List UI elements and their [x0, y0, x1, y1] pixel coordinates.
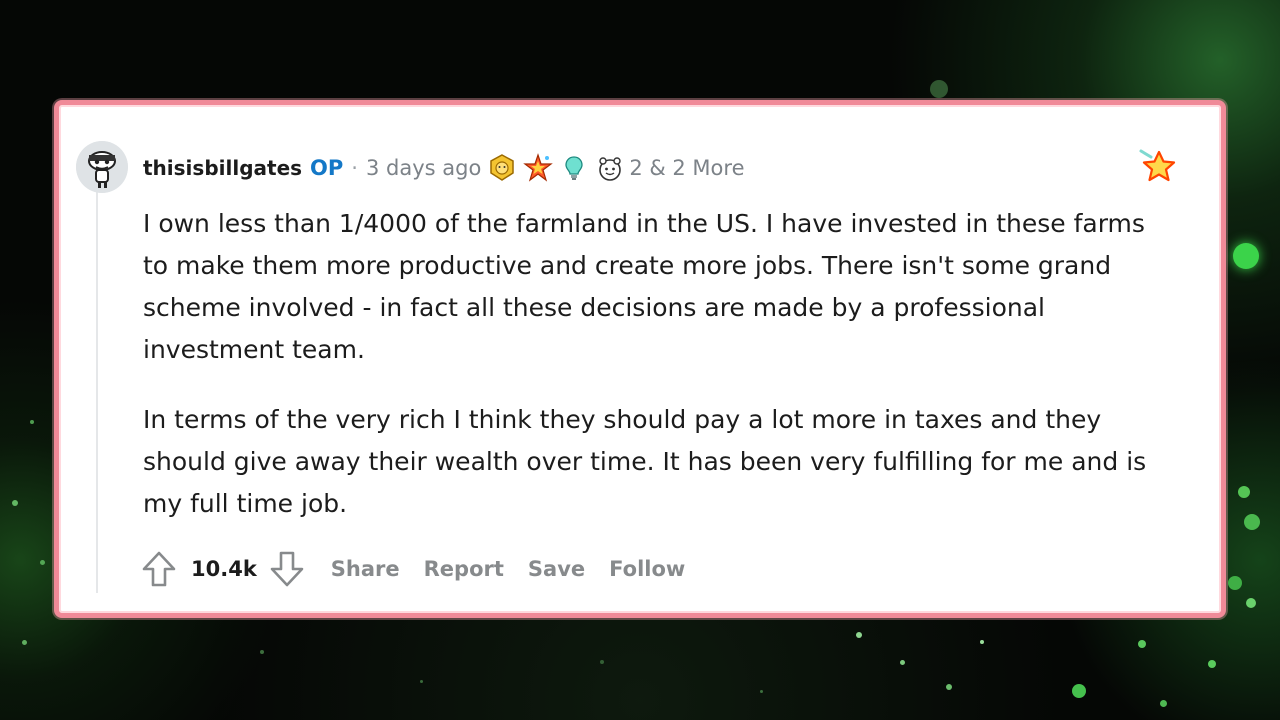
- save-button[interactable]: Save: [528, 557, 585, 581]
- meta-separator: ·: [351, 156, 358, 180]
- share-button[interactable]: Share: [331, 557, 400, 581]
- awards-more-count[interactable]: 2 & 2 More: [629, 156, 744, 180]
- timestamp[interactable]: 3 days ago: [366, 156, 481, 180]
- vote-score: 10.4k: [191, 557, 257, 581]
- wholesome-award-icon[interactable]: [595, 153, 625, 183]
- upvote-icon[interactable]: [139, 549, 179, 589]
- report-button[interactable]: Report: [424, 557, 504, 581]
- star-burst-award-icon[interactable]: [523, 153, 554, 183]
- follow-button[interactable]: Follow: [609, 557, 685, 581]
- lightbulb-award-icon[interactable]: [559, 153, 589, 183]
- thread-line[interactable]: [96, 191, 98, 593]
- downvote-icon[interactable]: [267, 549, 307, 589]
- gold-award-icon[interactable]: [487, 153, 517, 183]
- avatar[interactable]: [76, 141, 128, 193]
- username-link[interactable]: thisisbillgates: [143, 156, 302, 180]
- comment-header: thisisbillgates OP · 3 days ago 2 & 2 Mo…: [143, 153, 745, 183]
- comment-paragraph: In terms of the very rich I think they s…: [143, 405, 1147, 518]
- comment-body: I own less than 1/4000 of the farmland i…: [143, 203, 1173, 553]
- favorite-star-icon[interactable]: [1139, 147, 1177, 185]
- action-bar: 10.4k Share Report Save Follow: [139, 547, 685, 591]
- op-badge: OP: [310, 156, 344, 180]
- comment-card: thisisbillgates OP · 3 days ago 2 & 2 Mo…: [54, 100, 1226, 618]
- comment-paragraph: I own less than 1/4000 of the farmland i…: [143, 209, 1145, 364]
